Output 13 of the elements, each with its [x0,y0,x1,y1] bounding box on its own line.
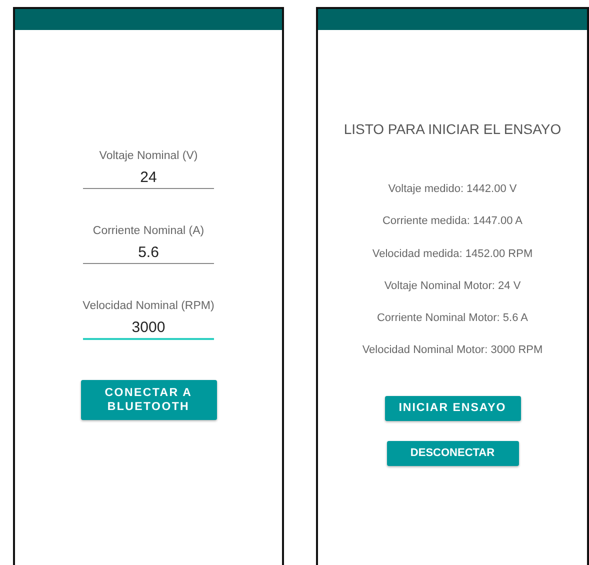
status-title: LISTO PARA INICIAR EL ENSAYO [344,121,562,137]
reading-text: Corriente medida: 1447.00 A [382,214,523,230]
field-label: Voltaje Nominal (V) [99,150,198,162]
input-field[interactable]: 3000 [82,316,214,340]
reading-text: Corriente Nominal Motor: 5.6 A [376,311,528,326]
input-field[interactable]: 24 [83,166,214,189]
field-label: Velocidad Nominal (RPM) [82,300,214,312]
reading-text: Voltaje Nominal Motor: 24 V [384,278,521,294]
field-label: Corriente Nominal (A) [92,225,204,237]
reading-text: Velocidad Nominal Motor: 3000 RPM [362,343,543,358]
reading-text: Velocidad medida: 1452.00 RPM [372,246,533,262]
reading-text: Voltaje medido: 1442.00 V [388,182,517,197]
input-field[interactable]: 5.6 [83,241,214,264]
